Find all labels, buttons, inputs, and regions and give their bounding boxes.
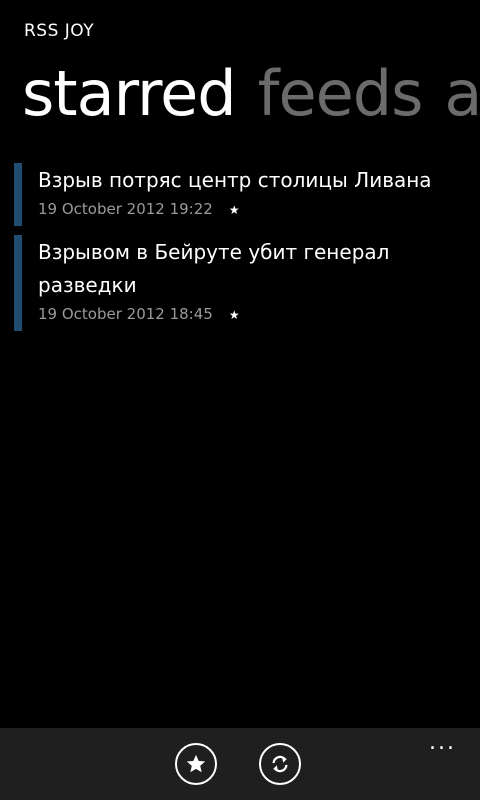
list-item[interactable]: Взрывом в Бейруте убит генерал разведки …	[14, 235, 464, 331]
star-icon	[186, 754, 206, 773]
starred-list: Взрыв потряс центр столицы Ливана 19 Oct…	[14, 163, 464, 340]
app-bar: ...	[0, 728, 480, 800]
list-item[interactable]: Взрыв потряс центр столицы Ливана 19 Oct…	[14, 163, 464, 226]
accent-bar	[14, 235, 22, 331]
accent-bar	[14, 163, 22, 226]
item-meta: 19 October 2012 18:45 ★	[38, 302, 464, 331]
item-title: Взрывом в Бейруте убит генерал разведки	[38, 240, 390, 297]
pivot-tab-starred[interactable]: starred	[22, 57, 237, 130]
item-date: 19 October 2012 18:45	[38, 305, 213, 323]
pivot-tab-feeds[interactable]: feeds	[258, 57, 424, 130]
star-icon: ★	[228, 203, 240, 217]
pivot-header: starred feeds a	[22, 54, 480, 134]
refresh-button[interactable]	[259, 743, 301, 785]
item-title: Взрыв потряс центр столицы Ливана	[38, 168, 432, 192]
more-options-button[interactable]: ...	[429, 730, 456, 755]
refresh-icon	[272, 755, 288, 773]
item-meta: 19 October 2012 19:22 ★	[38, 197, 464, 226]
star-icon: ★	[228, 308, 240, 322]
pivot-tab-next[interactable]: a	[444, 57, 480, 130]
item-date: 19 October 2012 19:22	[38, 200, 213, 218]
app-title: RSS JOY	[24, 21, 95, 41]
starred-button[interactable]	[175, 743, 217, 785]
